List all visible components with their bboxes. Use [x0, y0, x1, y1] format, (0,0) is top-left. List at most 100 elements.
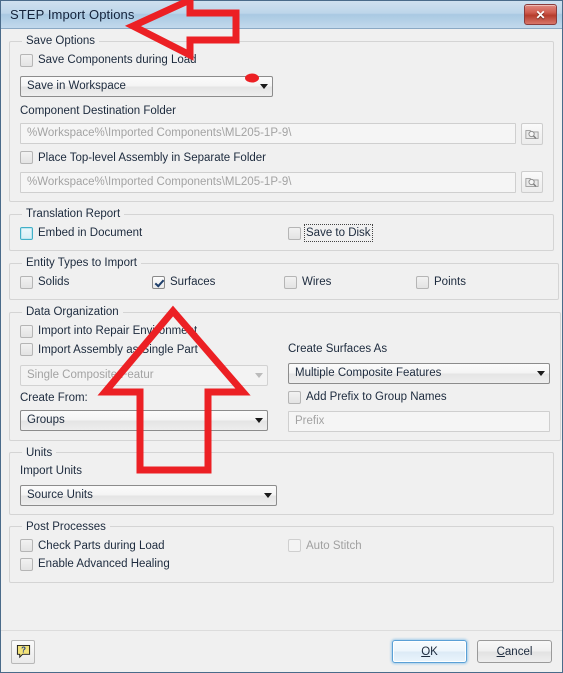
data-organization-left-column: Import into Repair Environment Import As… — [20, 322, 288, 432]
group-translation-report-legend: Translation Report — [26, 208, 121, 220]
checkbox-check-parts-during-load[interactable]: Check Parts during Load — [20, 539, 165, 553]
checkbox-label: Embed in Document — [38, 227, 143, 239]
checkbox-box — [288, 390, 301, 404]
post-processes-left-column: Check Parts during Load Enable Advanced … — [20, 537, 288, 574]
checkbox-box — [20, 226, 33, 240]
svg-text:?: ? — [21, 646, 26, 655]
input-prefix[interactable]: Prefix — [288, 410, 550, 432]
combo-save-location-value: Save in Workspace — [27, 79, 126, 92]
help-button[interactable]: ? — [11, 639, 35, 664]
row-destination-folder: %Workspace%\Imported Components\ML205-1P… — [20, 122, 543, 145]
checkbox-label: Import Assembly as Single Part — [38, 343, 198, 356]
close-icon: ✕ — [535, 7, 546, 22]
group-units: Units Import Units Source Units — [9, 446, 554, 515]
ok-button[interactable]: OK — [392, 640, 467, 663]
cancel-button[interactable]: Cancel — [477, 640, 552, 663]
checkbox-embed-in-document[interactable]: Embed in Document — [20, 226, 288, 240]
checkbox-label: Check Parts during Load — [38, 539, 165, 552]
step-import-options-dialog: STEP Import Options ✕ Save Options Save … — [0, 0, 563, 673]
post-processes-right-column: Auto Stitch — [288, 537, 543, 574]
checkbox-label: Points — [434, 276, 466, 288]
folder-search-icon — [525, 178, 539, 187]
data-organization-columns: Import into Repair Environment Import As… — [20, 322, 550, 432]
group-data-organization-legend: Data Organization — [26, 306, 119, 318]
chevron-down-icon — [532, 371, 549, 376]
label-import-units: Import Units — [20, 464, 82, 477]
input-destination-folder[interactable]: %Workspace%\Imported Components\ML205-1P… — [20, 123, 516, 144]
checkbox-label: Add Prefix to Group Names — [306, 391, 447, 403]
ok-accel: O — [421, 645, 431, 658]
checkbox-points[interactable]: Points — [416, 275, 548, 289]
combo-composite-feature-value: Single Composite Featur — [27, 369, 154, 381]
close-button[interactable]: ✕ — [524, 4, 557, 25]
dialog-footer: ? OK Cancel — [1, 630, 562, 672]
group-entity-types: Entity Types to Import Solids Surfaces W… — [9, 257, 559, 300]
ok-rest: K — [430, 645, 438, 658]
checkbox-box — [20, 275, 33, 289]
group-units-legend: Units — [26, 446, 53, 459]
checkbox-box — [20, 343, 33, 356]
group-post-processes: Post Processes Check Parts during Load E… — [9, 520, 554, 583]
browse-destination-button[interactable] — [521, 122, 543, 145]
checkbox-wires[interactable]: Wires — [284, 275, 416, 289]
checkbox-box — [20, 53, 33, 67]
checkbox-box — [288, 539, 301, 552]
checkbox-auto-stitch: Auto Stitch — [288, 539, 362, 553]
group-post-processes-legend: Post Processes — [26, 520, 106, 533]
checkbox-save-to-disk[interactable]: Save to Disk — [288, 224, 373, 242]
checkbox-label: Save to Disk — [304, 224, 373, 242]
checkbox-label: Enable Advanced Healing — [38, 558, 170, 570]
checkbox-box — [20, 151, 33, 164]
checkbox-solids[interactable]: Solids — [20, 275, 152, 289]
browse-separate-folder-button[interactable] — [521, 171, 543, 193]
title-bar: STEP Import Options ✕ — [1, 1, 562, 29]
combo-composite-feature[interactable]: Single Composite Featur — [20, 365, 268, 386]
combo-import-units-value: Source Units — [27, 488, 93, 501]
checkbox-save-components-during-load[interactable]: Save Components during Load — [20, 53, 197, 67]
page-title: STEP Import Options — [10, 7, 135, 22]
checkbox-box — [20, 557, 33, 571]
combo-import-units[interactable]: Source Units — [20, 484, 277, 506]
group-translation-report: Translation Report Embed in Document Sav… — [9, 208, 554, 251]
folder-search-icon — [525, 129, 539, 139]
checkbox-box — [20, 539, 33, 552]
checkbox-box — [152, 275, 165, 289]
group-save-options-legend: Save Options — [26, 35, 96, 47]
combo-save-location[interactable]: Save in Workspace — [20, 75, 273, 97]
row-translation-report: Embed in Document Save to Disk — [20, 224, 543, 242]
chevron-down-icon — [250, 418, 267, 423]
chevron-down-icon — [255, 83, 272, 89]
checkbox-add-prefix-to-group-names[interactable]: Add Prefix to Group Names — [288, 390, 447, 404]
label-create-from: Create From: — [20, 392, 88, 404]
data-organization-right-column: Create Surfaces As Multiple Composite Fe… — [288, 322, 550, 432]
help-question-icon: ? — [16, 644, 30, 659]
combo-create-from-value: Groups — [27, 414, 65, 426]
checkbox-place-toplevel-assembly[interactable]: Place Top-level Assembly in Separate Fol… — [20, 151, 266, 165]
combo-create-surfaces-as-value: Multiple Composite Features — [295, 367, 442, 379]
checkbox-label: Wires — [302, 276, 332, 288]
cancel-button-label: Cancel — [497, 646, 533, 658]
input-separate-folder[interactable]: %Workspace%\Imported Components\ML205-1P… — [20, 171, 516, 193]
label-create-surfaces-as: Create Surfaces As — [288, 343, 388, 355]
group-entity-types-legend: Entity Types to Import — [26, 257, 138, 269]
checkbox-box — [416, 275, 429, 289]
dialog-content: Save Options Save Components during Load… — [1, 29, 562, 630]
checkbox-enable-advanced-healing[interactable]: Enable Advanced Healing — [20, 557, 170, 571]
group-data-organization: Data Organization Import into Repair Env… — [9, 306, 561, 441]
ok-button-label: OK — [421, 646, 438, 658]
row-separate-folder: %Workspace%\Imported Components\ML205-1P… — [20, 171, 543, 193]
checkbox-label: Place Top-level Assembly in Separate Fol… — [38, 151, 266, 164]
checkbox-box — [20, 324, 33, 338]
checkbox-label: Surfaces — [170, 276, 216, 288]
group-save-options: Save Options Save Components during Load… — [9, 35, 554, 202]
checkbox-surfaces[interactable]: Surfaces — [152, 275, 284, 289]
checkbox-import-into-repair-environment[interactable]: Import into Repair Environment — [20, 324, 197, 338]
checkbox-box — [288, 226, 301, 240]
combo-create-surfaces-as[interactable]: Multiple Composite Features — [288, 363, 550, 384]
checkbox-import-assembly-as-single-part[interactable]: Import Assembly as Single Part — [20, 343, 198, 357]
label-component-destination-folder: Component Destination Folder — [20, 104, 176, 117]
checkbox-label: Solids — [38, 276, 70, 288]
combo-create-from[interactable]: Groups — [20, 410, 268, 431]
checkbox-label: Save Components during Load — [38, 54, 197, 66]
checkbox-label: Import into Repair Environment — [38, 325, 198, 337]
